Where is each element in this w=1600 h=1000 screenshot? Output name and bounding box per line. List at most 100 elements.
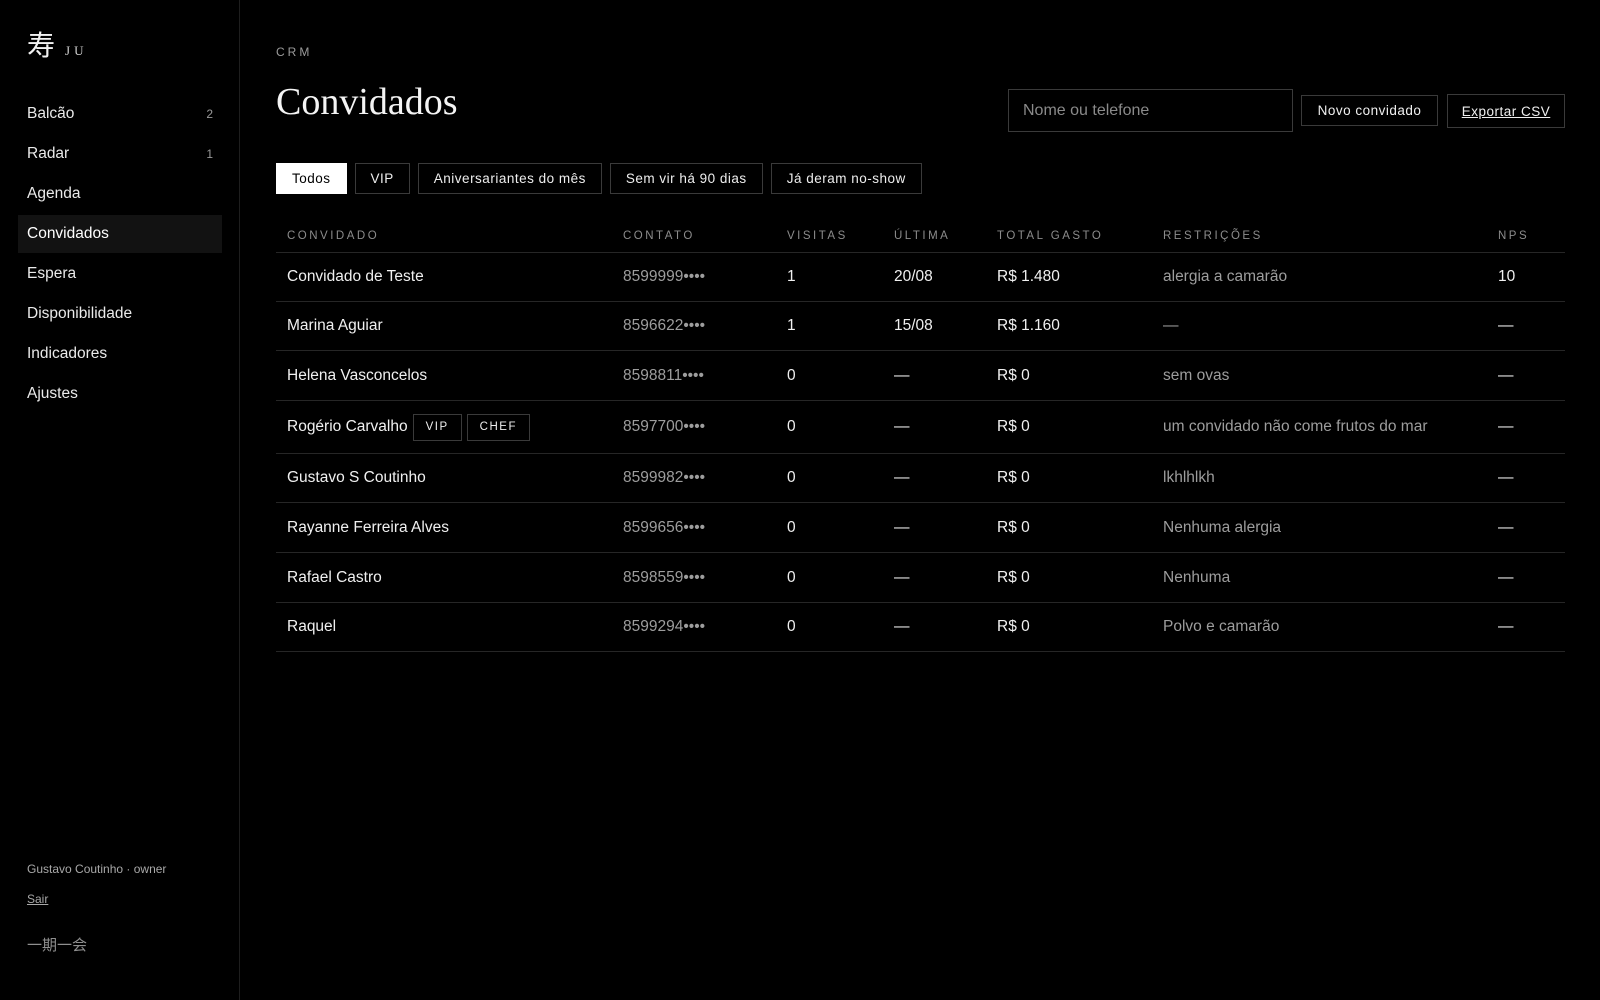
guest-visits: 1 — [787, 317, 796, 334]
filter-aniversariantes[interactable]: Aniversariantes do mês — [417, 163, 602, 194]
guest-last-visit: — — [894, 469, 910, 486]
column-header-nps[interactable]: NPS — [1498, 230, 1565, 242]
table-row[interactable]: Raquel 8599294•••• 0 — R$ 0 Polvo e cama… — [276, 603, 1565, 652]
new-guest-button[interactable]: Novo convidado — [1301, 95, 1438, 126]
guest-nps: — — [1498, 366, 1514, 384]
sidebar-item-indicadores[interactable]: Indicadores — [18, 335, 222, 373]
guest-total-spent: R$ 0 — [997, 568, 1030, 586]
table-row[interactable]: Gustavo S Coutinho 8599982•••• 0 — R$ 0 … — [276, 454, 1565, 503]
guest-contact: 8597700•••• — [623, 418, 706, 435]
sidebar-item-label: Ajustes — [27, 385, 78, 402]
sidebar-item-balcao[interactable]: Balcão 2 — [18, 95, 222, 133]
logout-link[interactable]: Sair — [27, 892, 48, 906]
guest-contact: 8599294•••• — [623, 618, 706, 635]
guest-visits: 0 — [787, 366, 796, 384]
brand-name: JU — [65, 43, 88, 58]
section-eyebrow: CRM — [276, 45, 313, 59]
guest-name: Rayanne Ferreira Alves — [287, 518, 449, 536]
filter-vip[interactable]: VIP — [354, 163, 410, 194]
guest-total-spent: R$ 0 — [997, 618, 1030, 635]
guest-nps: — — [1498, 317, 1514, 334]
guest-contact: 8596622•••• — [623, 317, 706, 334]
sidebar-item-label: Espera — [27, 265, 77, 282]
sidebar-item-espera[interactable]: Espera — [18, 255, 222, 293]
sidebar-item-label: Radar — [27, 145, 70, 162]
guest-name: Convidado de Teste — [287, 268, 424, 285]
guest-name: Marina Aguiar — [287, 317, 383, 334]
guest-restrictions: — — [1163, 317, 1179, 334]
motto: 一期一会 — [27, 936, 88, 954]
filter-no-show[interactable]: Já deram no-show — [770, 163, 922, 194]
filter-sem-vir-90-dias[interactable]: Sem vir há 90 dias — [609, 163, 763, 194]
guest-contact: 8598811•••• — [623, 366, 704, 384]
page-title: Convidados — [276, 81, 458, 123]
guest-last-visit: — — [894, 618, 910, 635]
column-header-ultima[interactable]: ÚLTIMA — [894, 230, 997, 242]
guest-name: Rafael Castro — [287, 568, 382, 586]
table-header: CONVIDADO CONTATO VISITAS ÚLTIMA TOTAL G… — [276, 220, 1565, 253]
sidebar-item-radar[interactable]: Radar 1 — [18, 135, 222, 173]
table-row[interactable]: Convidado de Teste 8599999•••• 1 20/08 R… — [276, 253, 1565, 302]
guest-contact: 8599982•••• — [623, 469, 706, 486]
sidebar-item-agenda[interactable]: Agenda — [18, 175, 222, 213]
column-header-restricoes[interactable]: RESTRIÇÕES — [1163, 230, 1498, 242]
table-row[interactable]: Helena Vasconcelos 8598811•••• 0 — R$ 0 … — [276, 351, 1565, 401]
sidebar-item-disponibilidade[interactable]: Disponibilidade — [18, 295, 222, 333]
sidebar-item-label: Disponibilidade — [27, 305, 133, 322]
guest-name: Gustavo S Coutinho — [287, 469, 426, 486]
guest-restrictions: Nenhuma alergia — [1163, 518, 1282, 536]
vip-tag: VIP — [412, 413, 462, 441]
sidebar-item-count: 1 — [206, 147, 213, 161]
guests-table: CONVIDADO CONTATO VISITAS ÚLTIMA TOTAL G… — [276, 220, 1565, 652]
sidebar-item-label: Balcão — [27, 105, 75, 122]
guest-restrictions: sem ovas — [1163, 366, 1230, 384]
table-row[interactable]: Rayanne Ferreira Alves 8599656•••• 0 — R… — [276, 503, 1565, 553]
sidebar-item-ajustes[interactable]: Ajustes — [18, 375, 222, 413]
guest-contact: 8599999•••• — [623, 268, 706, 285]
guest-visits: 0 — [787, 518, 796, 536]
guest-restrictions: alergia a camarão — [1163, 268, 1288, 285]
sidebar-item-label: Convidados — [27, 225, 109, 242]
sidebar-item-label: Indicadores — [27, 345, 108, 362]
guest-total-spent: R$ 0 — [997, 418, 1030, 435]
sidebar: 寿 JU Balcão 2 Radar 1 Agenda Convidados … — [0, 0, 240, 1000]
sidebar-item-convidados[interactable]: Convidados — [18, 215, 222, 253]
guest-name-cell: Rogério Carvalho VIP CHEF — [276, 413, 623, 441]
guest-contact: 8598559•••• — [623, 568, 706, 586]
guest-visits: 1 — [787, 268, 796, 285]
guest-visits: 0 — [787, 568, 796, 586]
table-row[interactable]: Rogério Carvalho VIP CHEF 8597700•••• 0 … — [276, 401, 1565, 454]
column-header-visitas[interactable]: VISITAS — [787, 230, 894, 242]
guest-visits: 0 — [787, 469, 796, 486]
guest-last-visit: — — [894, 518, 910, 536]
guest-nps: — — [1498, 518, 1514, 536]
guest-nps: 10 — [1498, 268, 1516, 285]
guest-nps: — — [1498, 418, 1514, 435]
current-user: Gustavo Coutinho · owner — [27, 862, 167, 876]
search-input[interactable] — [1008, 89, 1293, 132]
guest-contact: 8599656•••• — [623, 518, 706, 536]
guest-last-visit: 20/08 — [894, 268, 933, 285]
guest-name: Helena Vasconcelos — [287, 366, 428, 384]
guest-last-visit: — — [894, 366, 910, 384]
sidebar-nav: Balcão 2 Radar 1 Agenda Convidados Esper… — [18, 95, 222, 415]
guest-total-spent: R$ 1.160 — [997, 317, 1060, 334]
guest-total-spent: R$ 1.480 — [997, 268, 1060, 285]
guest-name: Raquel — [287, 618, 337, 635]
table-row[interactable]: Rafael Castro 8598559•••• 0 — R$ 0 Nenhu… — [276, 553, 1565, 603]
filter-bar: Todos VIP Aniversariantes do mês Sem vir… — [276, 163, 922, 194]
guest-total-spent: R$ 0 — [997, 366, 1030, 384]
guest-nps: — — [1498, 469, 1514, 486]
column-header-contato[interactable]: CONTATO — [623, 230, 787, 242]
column-header-convidado[interactable]: CONVIDADO — [276, 230, 623, 242]
filter-todos[interactable]: Todos — [276, 163, 347, 194]
guest-restrictions: lkhlhlkh — [1163, 469, 1215, 486]
table-row[interactable]: Marina Aguiar 8596622•••• 1 15/08 R$ 1.1… — [276, 302, 1565, 351]
guest-visits: 0 — [787, 418, 796, 435]
column-header-total-gasto[interactable]: TOTAL GASTO — [997, 230, 1163, 242]
export-csv-button[interactable]: Exportar CSV — [1447, 94, 1565, 128]
guest-visits: 0 — [787, 618, 796, 635]
brand-logo[interactable]: 寿 JU — [27, 24, 87, 64]
guest-last-visit: — — [894, 418, 910, 435]
guest-nps: — — [1498, 618, 1514, 635]
